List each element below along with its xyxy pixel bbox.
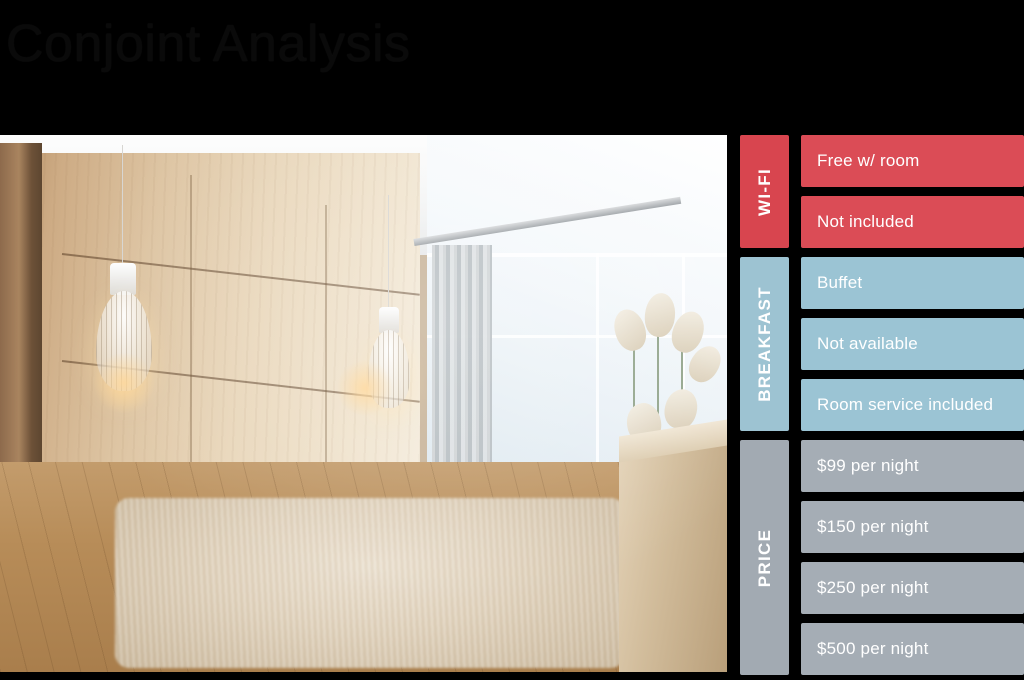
attribute-label-wi-fi: WI-FI [740, 135, 789, 248]
attribute-group-wi-fi: WI-FI Free w/ room Not included [740, 135, 1024, 248]
attribute-level-price-1[interactable]: $150 per night [801, 501, 1024, 553]
attribute-levels-breakfast: Buffet Not available Room service included [801, 257, 1024, 431]
attribute-matrix: WI-FI Free w/ room Not included BREAKFAST Bu… [740, 135, 1024, 675]
page-title: Conjoint Analysis [6, 15, 411, 73]
photo-lamp-cord [122, 145, 123, 265]
attribute-levels-price: $99 per night $150 per night $250 per nigh… [801, 440, 1024, 675]
attribute-level-wi-fi-1[interactable]: Not included [801, 196, 1024, 248]
attribute-label-breakfast: BREAKFAST [740, 257, 789, 431]
attribute-group-price: PRICE $99 per night $150 per night $250 per… [740, 440, 1024, 675]
photo-lamp-glow [336, 360, 394, 416]
hotel-room-photo [0, 135, 727, 672]
attribute-label-text: BREAKFAST [754, 286, 774, 402]
attribute-levels-wi-fi: Free w/ room Not included [801, 135, 1024, 248]
attribute-label-text: PRICE [754, 528, 774, 587]
attribute-label-text: WI-FI [754, 167, 774, 216]
attribute-label-price: PRICE [740, 440, 789, 675]
attribute-level-price-0[interactable]: $99 per night [801, 440, 1024, 492]
photo-cabinet [619, 442, 727, 672]
photo-lamp-cord [388, 195, 389, 310]
photo-lamp-glow [92, 353, 156, 413]
attribute-level-price-2[interactable]: $250 per night [801, 562, 1024, 614]
attribute-level-breakfast-0[interactable]: Buffet [801, 257, 1024, 309]
attribute-level-breakfast-2[interactable]: Room service included [801, 379, 1024, 431]
attribute-group-breakfast: BREAKFAST Buffet Not available Room service… [740, 257, 1024, 431]
attribute-level-wi-fi-0[interactable]: Free w/ room [801, 135, 1024, 187]
attribute-level-price-3[interactable]: $500 per night [801, 623, 1024, 675]
attribute-level-breakfast-1[interactable]: Not available [801, 318, 1024, 370]
photo-fur-rug [115, 498, 625, 668]
